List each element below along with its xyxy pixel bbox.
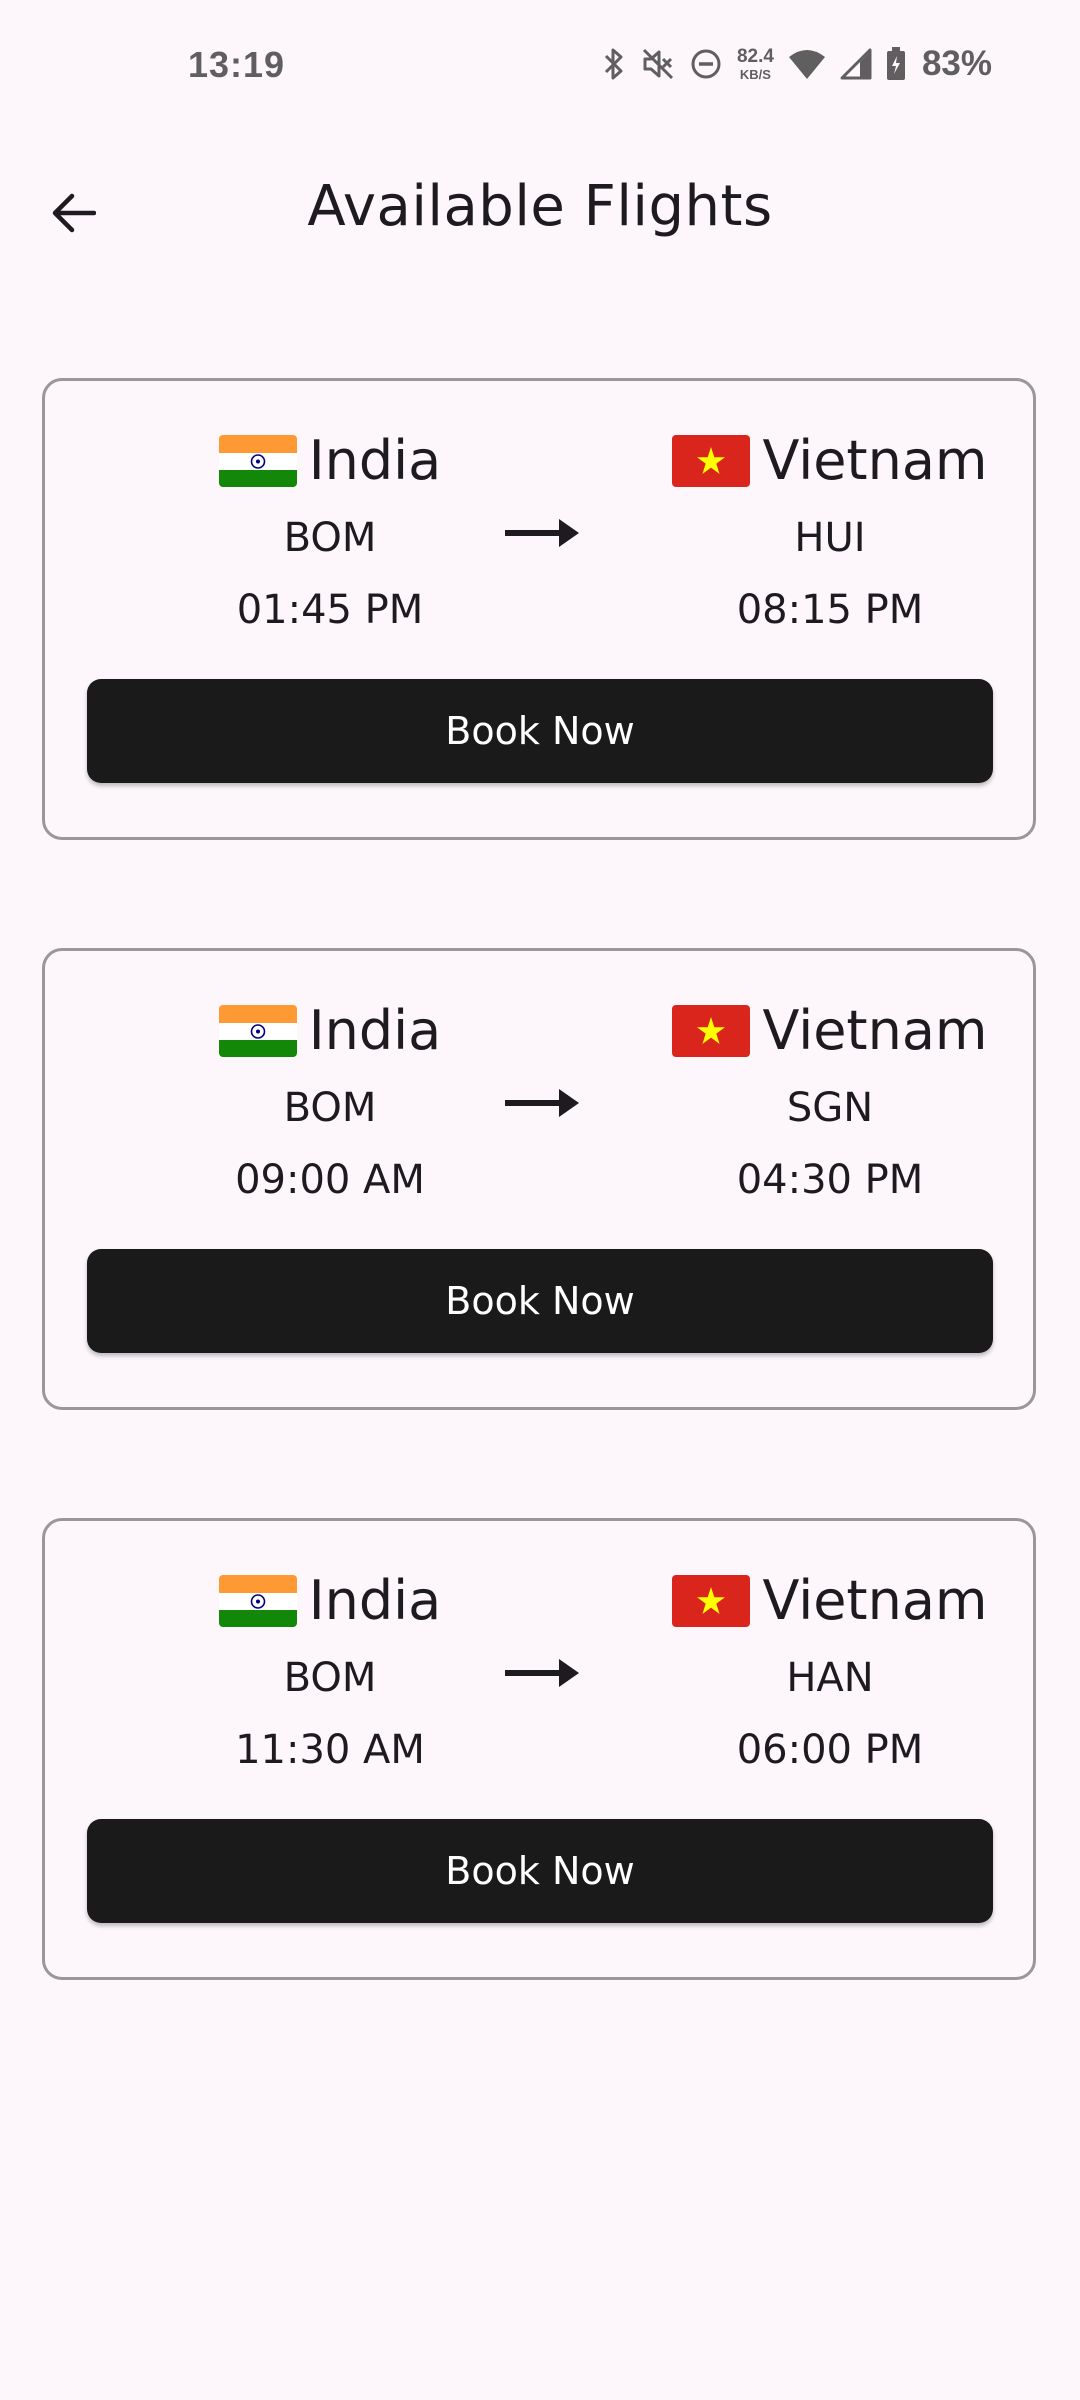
status-time: 13:19 <box>188 44 286 85</box>
destination-country-row: Vietnam <box>672 1566 988 1636</box>
destination-country: Vietnam <box>762 999 988 1062</box>
arrow-right-icon <box>505 1083 581 1123</box>
destination-airport-code: SGN <box>786 1085 874 1131</box>
origin-airport-code: BOM <box>283 1085 377 1131</box>
status-icons: 82.4 KB/S 83% <box>601 42 992 86</box>
departure-time: 11:30 AM <box>235 1727 425 1773</box>
origin-country: India <box>308 429 442 492</box>
app-bar: Available Flights <box>0 150 1080 270</box>
arrow-right-icon <box>505 513 581 553</box>
flight-card: India BOM 01:45 PM Vietnam HUI 08:15 PM … <box>42 378 1036 840</box>
bluetooth-icon <box>601 47 627 81</box>
origin-country-row: India <box>218 996 442 1066</box>
origin-airport-code: BOM <box>283 1655 377 1701</box>
signal-icon <box>840 48 872 80</box>
destination-country-row: Vietnam <box>672 426 988 496</box>
origin-airport-code: BOM <box>283 515 377 561</box>
page-title: Available Flights <box>307 174 773 239</box>
india-flag-icon <box>218 1575 297 1627</box>
origin-info: India BOM 09:00 AM <box>115 996 545 1208</box>
vietnam-flag-icon <box>672 1575 751 1627</box>
origin-country-row: India <box>218 1566 442 1636</box>
origin-country: India <box>308 999 442 1062</box>
battery-icon <box>886 47 906 81</box>
net-speed-value: 82.4 <box>736 46 774 67</box>
net-speed: 82.4 KB/S <box>737 47 774 81</box>
arrow-right-icon <box>505 1653 581 1693</box>
dnd-icon <box>689 47 723 81</box>
flight-card: India BOM 09:00 AM Vietnam SGN 04:30 PM … <box>42 948 1036 1410</box>
india-flag-icon <box>218 1005 297 1057</box>
origin-info: India BOM 01:45 PM <box>115 426 545 638</box>
net-speed-unit: KB/S <box>739 67 771 82</box>
destination-country: Vietnam <box>762 429 988 492</box>
destination-airport-code: HAN <box>786 1655 874 1701</box>
flight-card: India BOM 11:30 AM Vietnam HAN 06:00 PM … <box>42 1518 1036 1980</box>
india-flag-icon <box>218 435 297 487</box>
destination-country-row: Vietnam <box>672 996 988 1066</box>
destination-info: Vietnam SGN 04:30 PM <box>615 996 1045 1208</box>
mute-icon <box>641 47 675 81</box>
wifi-icon <box>788 48 826 80</box>
destination-airport-code: HUI <box>794 515 866 561</box>
vietnam-flag-icon <box>672 1005 751 1057</box>
app-screen: 13:19 82.4 KB/S 83% Available Flights In… <box>0 0 1080 2400</box>
destination-country: Vietnam <box>762 1569 988 1632</box>
book-now-button[interactable]: Book Now <box>87 1249 993 1353</box>
destination-info: Vietnam HUI 08:15 PM <box>615 426 1045 638</box>
departure-time: 09:00 AM <box>235 1157 425 1203</box>
arrival-time: 08:15 PM <box>736 587 924 633</box>
book-now-button[interactable]: Book Now <box>87 679 993 783</box>
arrival-time: 06:00 PM <box>736 1727 924 1773</box>
battery-percent: 83% <box>921 44 992 83</box>
origin-country: India <box>308 1569 442 1632</box>
departure-time: 01:45 PM <box>236 587 424 633</box>
status-bar: 13:19 82.4 KB/S 83% <box>0 0 1080 135</box>
destination-info: Vietnam HAN 06:00 PM <box>615 1566 1045 1778</box>
origin-country-row: India <box>218 426 442 496</box>
vietnam-flag-icon <box>672 435 751 487</box>
arrival-time: 04:30 PM <box>736 1157 924 1203</box>
origin-info: India BOM 11:30 AM <box>115 1566 545 1778</box>
book-now-button[interactable]: Book Now <box>87 1819 993 1923</box>
